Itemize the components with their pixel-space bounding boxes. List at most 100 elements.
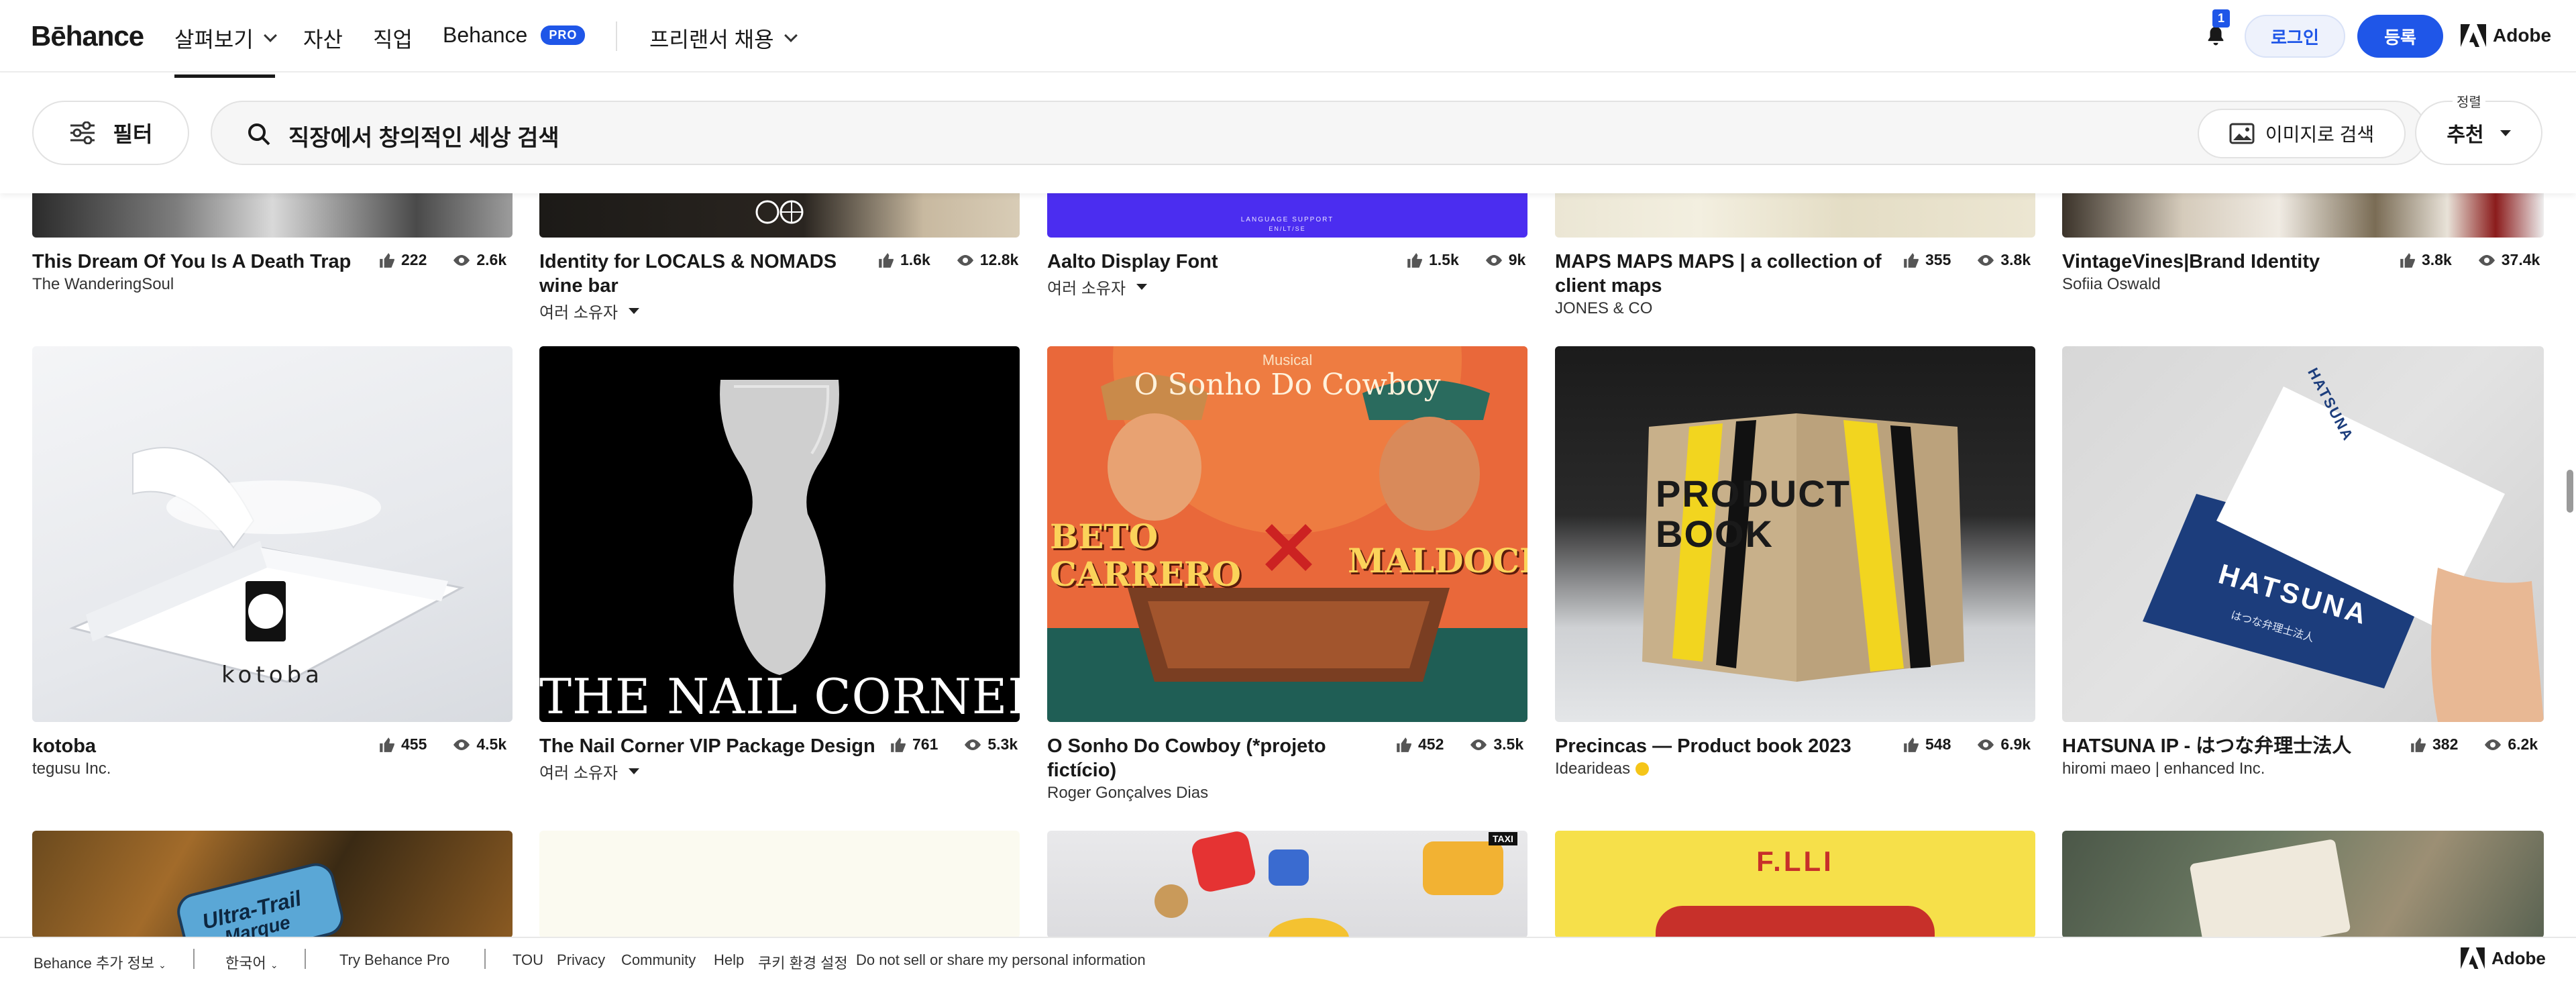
product-book-art-text: PRODUCT BOOK: [1656, 472, 1851, 555]
project-thumbnail[interactable]: F.LLI: [1555, 831, 2035, 938]
project-meta: MAPS MAPS MAPS | a collection of client …: [1555, 250, 1890, 318]
project-meta: Identity for LOCALS & NOMADS wine bar 여러…: [539, 250, 875, 323]
views-count: 9k: [1508, 251, 1526, 268]
project-owner: 여러 소유자: [1047, 280, 1126, 298]
footer-divider: [484, 949, 486, 969]
eye-icon: [1470, 739, 1487, 750]
footer-tou[interactable]: TOU: [513, 951, 543, 969]
project-title[interactable]: Aalto Display Font: [1047, 250, 1383, 274]
project-title[interactable]: MAPS MAPS MAPS | a collection of client …: [1555, 250, 1890, 298]
coin-icon-3d: [1155, 884, 1188, 918]
views-count: 6.2k: [2508, 735, 2538, 753]
thumbs-up-icon: [1407, 252, 1422, 268]
project-title[interactable]: O Sonho Do Cowboy (*projeto fictício): [1047, 734, 1342, 782]
footer-privacy[interactable]: Privacy: [557, 951, 605, 969]
multiple-owners-dropdown[interactable]: 여러 소유자: [539, 299, 875, 323]
project-thumbnail[interactable]: HATSUNA はつな弁理士法人 HATSUNA: [2062, 346, 2544, 722]
footer-try-pro[interactable]: Try Behance Pro: [339, 951, 449, 969]
image-search-button[interactable]: 이미지로 검색: [2198, 109, 2406, 158]
project-title[interactable]: Identity for LOCALS & NOMADS wine bar: [539, 250, 875, 298]
project-owner[interactable]: hiromi maeo | enhanced Inc.: [2062, 760, 2398, 778]
project-owner[interactable]: The WanderingSoul: [32, 275, 513, 294]
notification-count-badge: 1: [2212, 9, 2231, 28]
product-book-illustration: [1642, 413, 1964, 682]
likes-count: 452: [1418, 735, 1444, 753]
footer-help[interactable]: Help: [714, 951, 744, 969]
footer-cookie-settings[interactable]: 쿠키 환경 설정: [758, 951, 848, 973]
project-title[interactable]: kotoba: [32, 734, 368, 758]
project-owner[interactable]: JONES & CO: [1555, 299, 1890, 318]
filter-label: 필터: [113, 122, 153, 146]
project-owner[interactable]: Roger Gonçalves Dias: [1047, 784, 1342, 803]
project-meta: O Sonho Do Cowboy (*projeto fictício) Ro…: [1047, 734, 1342, 803]
caret-down-icon: [629, 308, 640, 314]
project-thumbnail[interactable]: PRODUCT BOOK: [1555, 346, 2035, 722]
thumbs-up-icon: [879, 252, 894, 268]
project-stats: 222 2.6k: [378, 251, 506, 269]
footer-more-info-label: Behance 추가 정보: [34, 955, 155, 972]
project-thumbnail[interactable]: kotoba: [32, 346, 513, 722]
project-owner[interactable]: tegusu Inc.: [32, 760, 368, 778]
eye-icon: [957, 254, 973, 266]
multiple-owners-dropdown[interactable]: 여러 소유자: [1047, 275, 1383, 299]
app-icon-3d: [1269, 849, 1309, 886]
project-thumbnail[interactable]: [2062, 831, 2544, 938]
project-stats: 382 6.2k: [2410, 735, 2538, 754]
project-title[interactable]: HATSUNA IP - はつな弁理士法人: [2062, 734, 2398, 758]
project-thumbnail[interactable]: TAXI: [1047, 831, 1527, 938]
project-owner[interactable]: Sofiia Oswald: [2062, 275, 2398, 294]
likes-count: 382: [2432, 735, 2459, 753]
project-thumbnail[interactable]: Musical O Sonho Do Cowboy BETO CARRERO M…: [1047, 346, 1527, 722]
eye-icon: [1978, 254, 1994, 266]
taxi-sign-text: TAXI: [1489, 832, 1517, 845]
footer-adobe-link[interactable]: Adobe: [2461, 947, 2546, 969]
eye-icon: [453, 254, 470, 266]
cowboy-title-art: O Sonho Do Cowboy: [1134, 368, 1441, 402]
page-scrollbar[interactable]: [2567, 470, 2573, 513]
project-stats: 355 3.8k: [1902, 251, 2031, 269]
project-thumbnail[interactable]: [539, 831, 1020, 938]
chevron-down-icon: ⌄: [158, 960, 166, 970]
project-thumbnail[interactable]: Ultra-Trail Marque: [32, 831, 513, 938]
image-search-label: 이미지로 검색: [2265, 124, 2375, 145]
chevron-down-icon: [263, 29, 277, 42]
nail-shape-illustration: [720, 380, 839, 675]
search-input[interactable]: 직장에서 창의적인 세상 검색 이미지로 검색: [211, 101, 2427, 165]
nav-behance-pro[interactable]: Behance PRO: [443, 23, 586, 48]
globe-logo-icon: [755, 200, 804, 224]
project-owner-with-emoji[interactable]: Idearideas: [1555, 760, 1890, 778]
signup-button[interactable]: 등록: [2357, 15, 2443, 58]
footer-more-info[interactable]: Behance 추가 정보 ⌄: [34, 951, 166, 973]
behance-logo[interactable]: Bēhance: [31, 20, 144, 52]
nav-jobs[interactable]: 직업: [373, 23, 413, 54]
filter-sliders-icon: [70, 121, 95, 144]
footer-do-not-sell[interactable]: Do not sell or share my personal informa…: [856, 951, 1146, 969]
project-title[interactable]: The Nail Corner VIP Package Design: [539, 734, 888, 758]
flli-wordmark: F.LLI: [1756, 845, 1834, 877]
project-thumbnail[interactable]: THE NAIL CORNER: [539, 346, 1020, 722]
adobe-link[interactable]: Adobe: [2461, 24, 2551, 47]
yellow-shape: [1269, 918, 1349, 938]
eye-icon: [965, 739, 981, 750]
nav-behance-label: Behance: [443, 23, 528, 47]
nav-explore[interactable]: 살펴보기: [174, 23, 277, 78]
nav-freelance[interactable]: 프리랜서 채용: [649, 23, 798, 54]
thumbs-up-icon: [380, 252, 394, 268]
packaging-shape: [2189, 838, 2351, 938]
login-button[interactable]: 로그인: [2245, 15, 2345, 58]
eye-icon: [2478, 254, 2495, 266]
multiple-owners-dropdown[interactable]: 여러 소유자: [539, 760, 888, 783]
nav-assets[interactable]: 자산: [303, 23, 343, 54]
play-icon-3d: [1189, 831, 1258, 894]
project-title[interactable]: VintageVines|Brand Identity: [2062, 250, 2398, 274]
project-stats: 761 5.3k: [890, 735, 1018, 754]
project-title[interactable]: Precincas — Product book 2023: [1555, 734, 1890, 758]
footer-language[interactable]: 한국어 ⌄: [225, 951, 278, 973]
project-meta: Aalto Display Font 여러 소유자: [1047, 250, 1383, 299]
eye-icon: [2485, 739, 2502, 750]
bell-icon[interactable]: [2204, 24, 2227, 48]
filter-button[interactable]: 필터: [32, 101, 189, 165]
footer-community[interactable]: Community: [621, 951, 696, 969]
thumbs-up-icon: [2411, 737, 2426, 752]
adobe-label: Adobe: [2493, 25, 2552, 46]
